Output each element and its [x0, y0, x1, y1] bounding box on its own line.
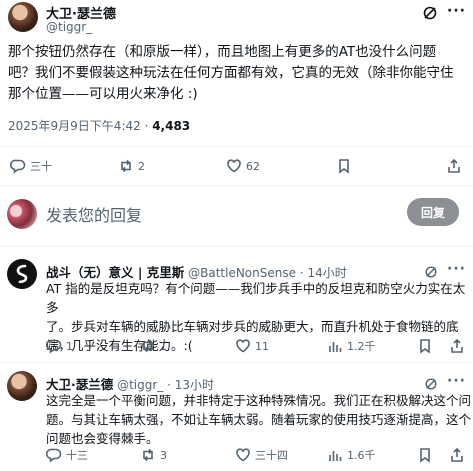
post-timestamp[interactable]: 2025年9月9日下午4:42 · — [8, 119, 152, 133]
retweet-action[interactable]: 3 — [140, 447, 167, 463]
divider — [0, 362, 473, 363]
reply-action[interactable]: 三十 — [10, 158, 52, 174]
share-icon — [451, 447, 463, 462]
post-text-line: 吧？我们不要假装这种玩法在任何方面都有效，它真的无效（除非你能守住 — [8, 65, 454, 81]
reply-avatar[interactable] — [7, 259, 37, 289]
user-avatar[interactable] — [7, 199, 37, 229]
post-text-line: 那个按钮仍然存在（和原版一样），而且地图上有更多的AT也没什么问题 — [8, 44, 437, 60]
reply-text-line: 了。步兵对车辆的威胁比车辆对步兵的威胁更大，而直升机处于食物链的底 — [46, 319, 459, 334]
heart-icon — [227, 159, 241, 173]
reply-input[interactable]: 发表您的回复 — [46, 202, 142, 226]
more-options-icon[interactable]: ··· — [447, 3, 466, 19]
reply-text-line: 问题也会变得棘手。 — [46, 431, 159, 446]
share-icon — [448, 158, 460, 173]
bookmark-icon — [420, 339, 430, 354]
reply-icon — [46, 448, 62, 463]
reply-icon — [46, 339, 62, 354]
analytics-icon — [329, 342, 342, 352]
reply-author-name[interactable]: 大卫·瑟兰德 — [46, 377, 113, 392]
share-icon — [451, 338, 463, 353]
retweet-action[interactable]: 1 — [140, 338, 167, 354]
post-meta: 2025年9月9日下午4:42 · 4,483 — [8, 117, 190, 134]
grok-icon[interactable] — [422, 5, 438, 21]
like-count: 62 — [246, 159, 260, 173]
reply-time[interactable]: · 14小时 — [300, 266, 347, 280]
bookmark-icon — [420, 448, 430, 463]
views-action[interactable]: 1.2千 — [327, 338, 376, 354]
heart-icon — [236, 339, 250, 353]
divider — [0, 246, 473, 247]
reply-count: 三十 — [30, 160, 52, 173]
reply-button[interactable]: 回复 — [407, 198, 459, 226]
reply-author-name[interactable]: 战斗（无）意义 | 克里斯 — [46, 265, 184, 280]
reply-text-line: 题。与其让车辆太强，不如让车辆太弱。随着玩家的使用技巧逐渐提高，这个 — [46, 412, 472, 427]
reply-text: 这完全是一个平衡问题，并非特定于这种特殊情况。我们正在积极解决这个问 题。与其让… — [46, 391, 471, 448]
bookmark-action[interactable] — [417, 447, 433, 463]
reply-action[interactable]: 1 — [46, 338, 73, 354]
like-count: 11 — [255, 339, 269, 353]
divider — [0, 185, 473, 186]
like-count: 三十四 — [255, 449, 288, 462]
post-text-line: 那个位置——可以用火来净化 :) — [8, 86, 198, 102]
views-action[interactable]: 1.6千 — [327, 447, 376, 463]
reply-icon — [10, 159, 26, 174]
retweet-count: 3 — [160, 448, 167, 462]
bookmark-icon — [339, 159, 349, 174]
reply-count: 1 — [66, 339, 73, 353]
like-action[interactable]: 62 — [226, 158, 260, 174]
reply-text-line: AT 指的是反坦克吗？有个问题——我们步兵手中的反坦克和防空火力实在太多 — [46, 281, 466, 315]
divider — [0, 146, 473, 147]
more-options-icon[interactable]: ··· — [447, 373, 466, 389]
battlenonsense-logo-icon — [16, 264, 28, 284]
analytics-icon — [329, 451, 342, 461]
grok-icon[interactable] — [424, 264, 438, 278]
author-handle[interactable]: @tiggr_ — [46, 20, 92, 34]
reply-time[interactable]: · 13小时 — [167, 378, 214, 392]
retweet-icon — [121, 159, 131, 173]
bookmark-action[interactable] — [417, 338, 433, 354]
reply-handle[interactable]: @BattleNonSense — [188, 266, 296, 280]
reply-text-line: 这完全是一个平衡问题，并非特定于这种特殊情况。我们正在积极解决这个问 — [46, 393, 472, 408]
heart-icon — [236, 448, 250, 462]
bookmark-action[interactable] — [336, 158, 352, 174]
reply-handle[interactable]: @tiggr_ — [117, 378, 163, 392]
share-action[interactable] — [449, 447, 465, 463]
like-action[interactable]: 11 — [235, 338, 269, 354]
retweet-count: 1 — [160, 339, 167, 353]
retweet-count: 2 — [138, 159, 145, 173]
reply-count: 十三 — [66, 449, 88, 462]
author-avatar[interactable] — [8, 2, 38, 32]
reply-avatar[interactable] — [7, 371, 37, 401]
retweet-icon — [143, 339, 153, 353]
like-action[interactable]: 三十四 — [235, 447, 288, 463]
retweet-action[interactable]: 2 — [118, 158, 145, 174]
more-options-icon[interactable]: ··· — [447, 261, 466, 277]
views-count: 1.2千 — [347, 340, 376, 353]
share-action[interactable] — [446, 158, 462, 174]
retweet-icon — [143, 448, 153, 462]
post-text: 那个按钮仍然存在（和原版一样），而且地图上有更多的AT也没什么问题 吧？我们不要… — [8, 42, 468, 105]
reply-action[interactable]: 十三 — [46, 447, 88, 463]
views-count: 4,483 — [152, 119, 191, 133]
grok-icon[interactable] — [424, 376, 438, 390]
share-action[interactable] — [449, 338, 465, 354]
views-count: 1.6千 — [347, 449, 376, 462]
